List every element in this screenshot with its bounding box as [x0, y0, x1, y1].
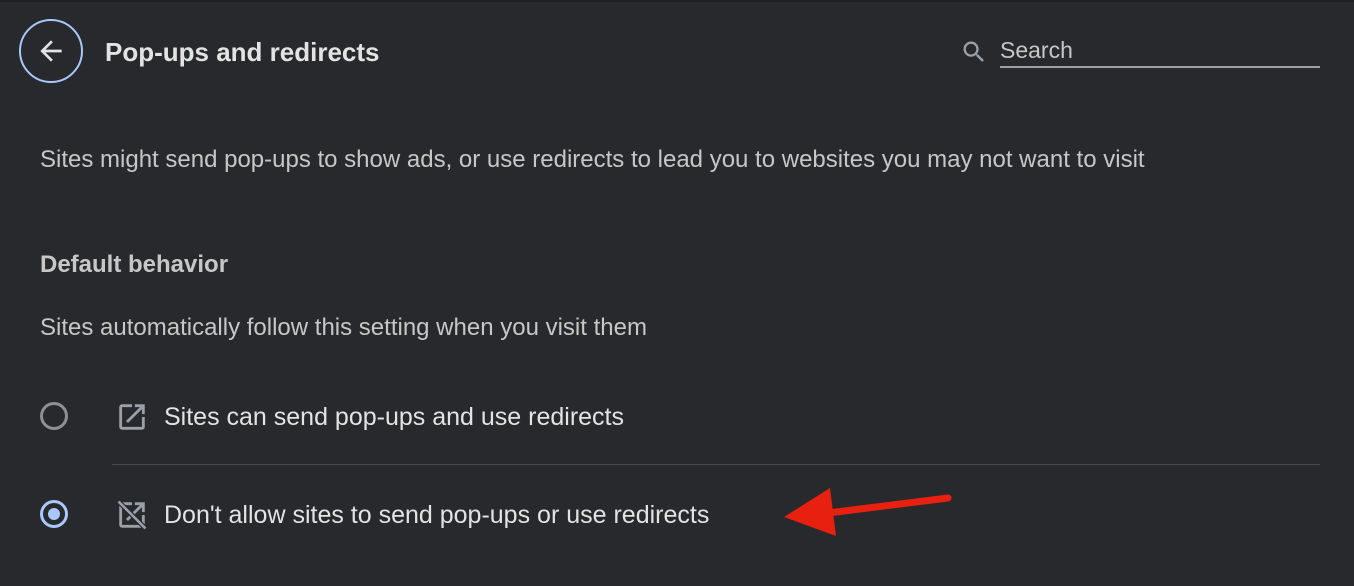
option-allow-popups[interactable]: Sites can send pop-ups and use redirects — [30, 382, 1320, 452]
annotation-arrow-icon — [784, 488, 952, 536]
option-divider — [112, 464, 1320, 465]
arrow-back-icon — [40, 40, 62, 62]
radio-block-popups[interactable] — [40, 500, 68, 528]
open-in-new-icon — [119, 404, 145, 430]
page-title: Pop-ups and redirects — [105, 37, 380, 67]
open-in-new-off-icon — [116, 499, 148, 531]
search-input[interactable] — [1000, 34, 1320, 68]
default-behavior-subtext: Sites automatically follow this setting … — [40, 314, 647, 341]
radio-allow-popups[interactable] — [40, 402, 68, 430]
window-top-edge — [0, 0, 1354, 2]
option-label-block-popups: Don't allow sites to send pop-ups or use… — [164, 501, 710, 529]
option-block-popups[interactable]: Don't allow sites to send pop-ups or use… — [30, 480, 1320, 550]
page-description: Sites might send pop-ups to show ads, or… — [40, 146, 1145, 173]
option-label-allow-popups: Sites can send pop-ups and use redirects — [164, 403, 624, 431]
search-icon[interactable] — [960, 38, 988, 66]
back-button[interactable] — [19, 19, 83, 83]
default-behavior-heading: Default behavior — [40, 251, 229, 278]
